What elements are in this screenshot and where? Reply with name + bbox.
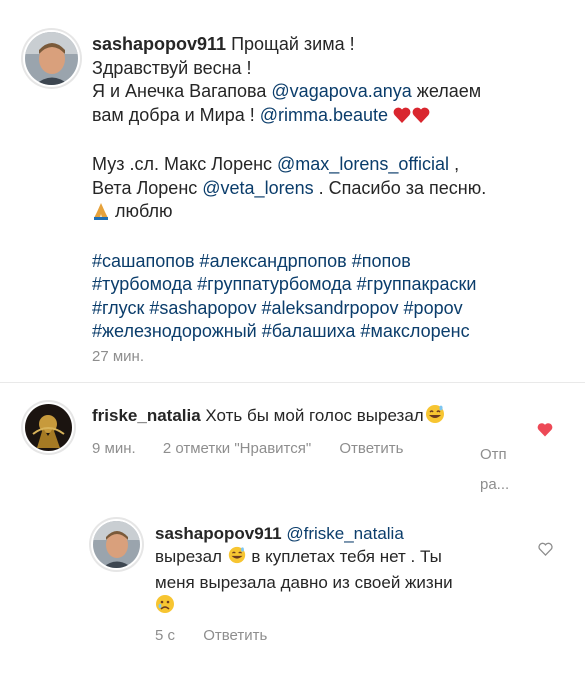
caption-text: желаем <box>411 81 482 101</box>
caption-text: , <box>449 154 460 174</box>
reply-line-4 <box>155 594 535 620</box>
post-timestamp: 27 мин. <box>92 348 144 365</box>
caption-line-1: sashapopov911 Прощай зима ! <box>92 33 562 57</box>
more-options-text: Отп <box>480 446 507 463</box>
caption-line-5: Муз .сл. Макс Лоренс @max_lorens_officia… <box>92 153 562 177</box>
reply-author-photo <box>93 521 140 568</box>
mention-link[interactable]: @friske_natalia <box>286 524 403 543</box>
comment-meta: 9 мин. 2 отметки "Нравится" Ответить <box>92 440 404 457</box>
caption-line-4: вам добра и Мира ! @rimma.beaute <box>92 104 562 131</box>
caption-text: Прощай зима ! <box>231 34 355 54</box>
caption-line-2: Здравствуй весна ! <box>92 57 252 78</box>
heart-outline-icon[interactable] <box>538 542 553 561</box>
mention-link[interactable]: @veta_lorens <box>202 178 313 198</box>
caption-line-6: Вета Лоренс @veta_lorens . Спасибо за пе… <box>92 177 562 201</box>
caption-text: люблю <box>110 201 173 221</box>
reply-sashapopov: sashapopov911 @friske_natalia вырезал в … <box>155 522 535 620</box>
caption-line-3: Я и Анечка Вагапова @vagapova.anya желае… <box>92 80 562 104</box>
liked-heart-icon[interactable] <box>537 422 553 442</box>
more-options-link[interactable]: Отп ра... <box>480 440 509 500</box>
caption-text: . Спасибо за песню. <box>313 177 487 198</box>
likes-count-link[interactable]: 2 отметки "Нравится" <box>163 440 311 457</box>
reply-timestamp: 5 с <box>155 627 176 644</box>
reply-line-1: sashapopov911 @friske_natalia <box>155 522 535 545</box>
reply-username[interactable]: sashapopov911 <box>155 524 282 543</box>
caption-text: Я и Анечка Вагапова <box>92 81 272 101</box>
commenter-photo <box>25 404 72 451</box>
comment-friske: friske_natalia Хоть бы мой голос вырезал <box>92 404 532 430</box>
comment-timestamp: 9 мин. <box>92 440 136 457</box>
reply-author-avatar[interactable] <box>93 521 140 568</box>
hashtag-line-2[interactable]: #турбомода #группатурбомода #группакраск… <box>92 273 562 297</box>
hashtag-line-1[interactable]: #сашапопов #александрпопов #попов <box>92 250 562 274</box>
grinning-sweat-emoji-icon <box>424 404 446 430</box>
hashtag-line-4[interactable]: #железнодорожный #балашиха #макслоренс <box>92 320 562 344</box>
hashtag-line-3[interactable]: #глуск #sashapopov #aleksandrpopov #popo… <box>92 297 562 321</box>
reply-line-3: меня вырезала давно из своей жизни <box>155 573 453 592</box>
reply-button[interactable]: Ответить <box>339 440 403 457</box>
commenter-avatar[interactable] <box>25 404 72 451</box>
sad-face-emoji-icon <box>155 594 175 620</box>
post-author-avatar[interactable] <box>25 32 78 85</box>
mention-link[interactable]: @max_lorens_official <box>277 154 449 174</box>
post-caption: sashapopov911 Прощай зима ! Здравствуй в… <box>92 33 562 344</box>
post-username[interactable]: sashapopov911 <box>92 34 226 54</box>
red-heart-emoji-icon <box>393 106 431 131</box>
caption-line-7: люблю <box>92 200 562 227</box>
caption-text: Вета Лоренс <box>92 177 203 198</box>
post-author-photo <box>25 32 78 85</box>
divider <box>0 382 585 383</box>
reply-text: вырезал <box>155 547 227 566</box>
caption-text: Муз .сл. Макс Лоренс <box>92 154 278 174</box>
mention-link[interactable]: @vagapova.anya <box>271 81 411 101</box>
reply-line-2: вырезал в куплетах тебя нет . Ты <box>155 545 535 571</box>
comment-username[interactable]: friske_natalia <box>92 406 201 425</box>
reply-text: в куплетах тебя нет . Ты <box>246 547 442 566</box>
reply-button[interactable]: Ответить <box>203 627 267 644</box>
grinning-sweat-emoji-icon <box>227 545 247 571</box>
more-options-text: ра... <box>480 476 510 493</box>
reply-meta: 5 с Ответить <box>155 627 267 644</box>
mention-link[interactable]: @rimma.beaute <box>260 105 388 125</box>
caption-text: вам добра и Мира ! <box>92 104 260 125</box>
praying-hands-emoji-icon <box>92 202 110 227</box>
comment-text: Хоть бы мой голос вырезал <box>200 406 424 425</box>
